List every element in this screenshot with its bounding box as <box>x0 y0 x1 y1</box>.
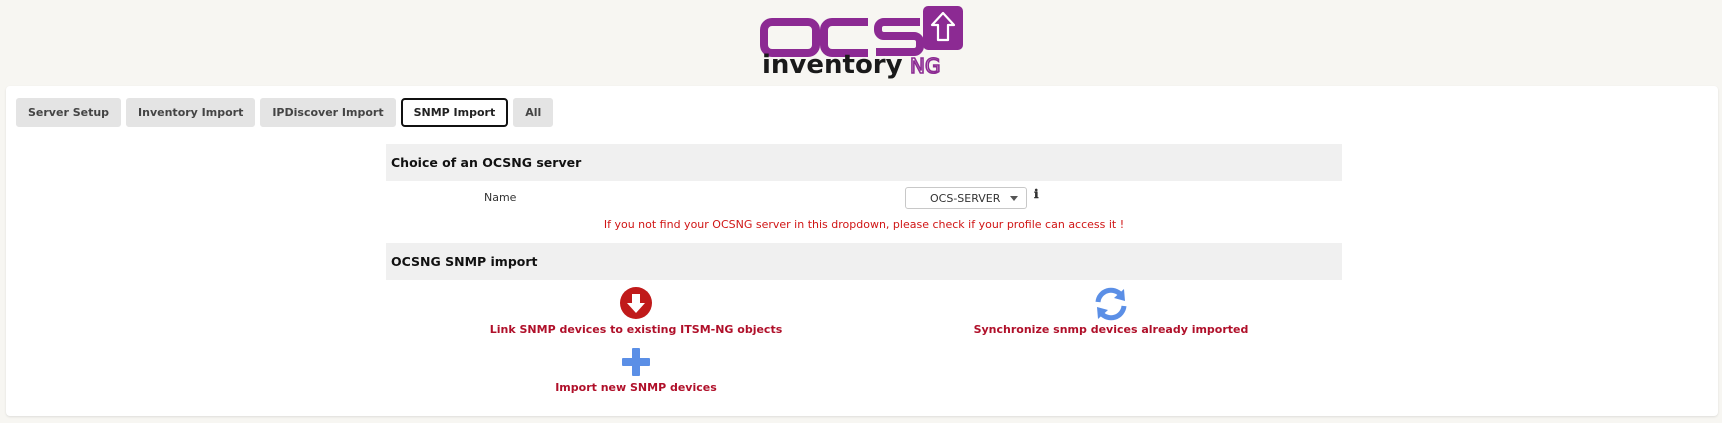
main-panel: Server Setup Inventory Import IPDiscover… <box>6 86 1718 416</box>
logo-graphic: inventory NG <box>760 6 963 80</box>
tab-snmp-import[interactable]: SNMP Import <box>400 98 509 127</box>
synchronize-snmp-devices-action[interactable]: Synchronize snmp devices already importe… <box>961 287 1261 336</box>
link-snmp-devices-label: Link SNMP devices to existing ITSM-NG ob… <box>489 323 783 336</box>
tab-server-setup[interactable]: Server Setup <box>16 98 122 127</box>
svg-text:NG: NG <box>910 54 940 78</box>
server-select[interactable]: OCS-SERVER <box>905 187 1027 209</box>
tab-all[interactable]: All <box>513 98 554 127</box>
server-choice-header: Choice of an OCSNG server <box>386 144 1342 181</box>
info-icon[interactable]: ℹ <box>1034 187 1039 201</box>
tab-ipdiscover-import[interactable]: IPDiscover Import <box>260 98 396 127</box>
ocs-inventory-logo: inventory NG <box>760 6 963 82</box>
server-select-value: OCS-SERVER <box>930 191 1001 205</box>
link-snmp-devices-action[interactable]: Link SNMP devices to existing ITSM-NG ob… <box>486 287 786 336</box>
chevron-down-icon <box>1010 196 1018 201</box>
svg-text:inventory: inventory <box>762 50 903 80</box>
name-label: Name <box>484 191 517 204</box>
import-new-snmp-devices-label: Import new SNMP devices <box>555 381 717 394</box>
arrow-down-circle-icon <box>620 287 652 319</box>
tab-bar: Server Setup Inventory Import IPDiscover… <box>16 98 554 127</box>
tab-inventory-import[interactable]: Inventory Import <box>126 98 256 127</box>
synchronize-snmp-devices-label: Synchronize snmp devices already importe… <box>973 323 1249 336</box>
server-warning-text: If you not find your OCSNG server in thi… <box>603 218 1125 231</box>
plus-icon <box>622 348 650 376</box>
snmp-import-header: OCSNG SNMP import <box>386 243 1342 280</box>
sync-icon <box>1095 287 1127 321</box>
import-new-snmp-devices-action[interactable]: Import new SNMP devices <box>486 345 786 394</box>
